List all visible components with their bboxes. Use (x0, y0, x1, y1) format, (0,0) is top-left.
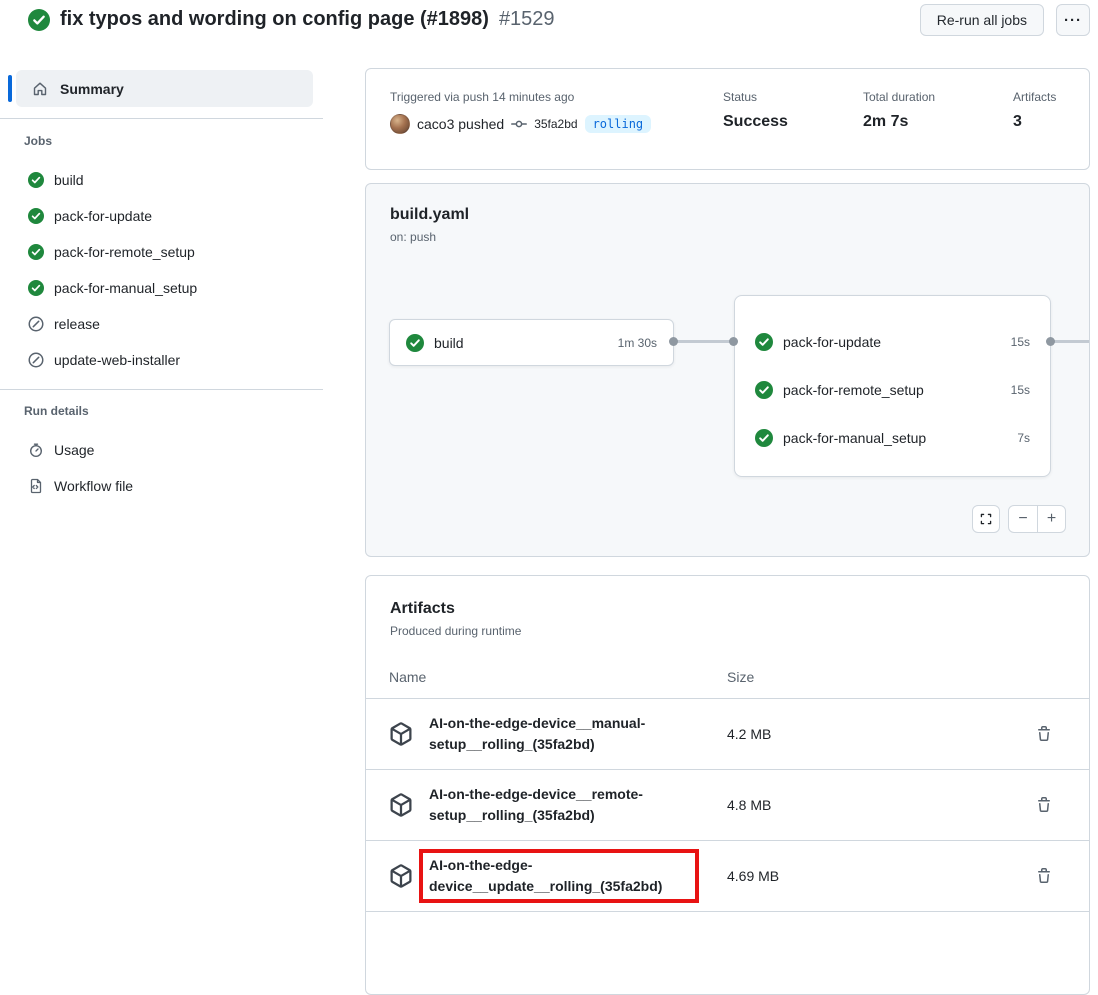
sidebar-item-usage[interactable]: Usage (0, 432, 330, 468)
check-circle-icon (755, 429, 773, 447)
workflow-trigger: on: push (390, 230, 1065, 244)
sidebar-divider (0, 118, 323, 119)
sidebar-divider (0, 389, 323, 390)
package-icon (389, 793, 413, 817)
artifact-size: 4.69 MB (727, 868, 1034, 884)
check-circle-icon (28, 280, 44, 296)
check-circle-icon (406, 334, 424, 352)
zoom-in-button[interactable]: + (1037, 506, 1065, 532)
check-circle-icon (755, 333, 773, 351)
artifacts-subtitle: Produced during runtime (390, 624, 1065, 638)
check-circle-icon (28, 172, 44, 188)
graph-node-pack-for-remote-setup[interactable]: pack-for-remote_setup 15s (755, 366, 1030, 414)
run-summary-card: Triggered via push 14 minutes ago caco3 … (365, 68, 1090, 170)
sidebar-job-build[interactable]: build (0, 162, 330, 198)
run-number: #1529 (499, 8, 555, 31)
artifact-row: AI-on-the-edge-device__remote-setup__rol… (366, 770, 1089, 841)
artifact-size: 4.8 MB (727, 797, 1034, 813)
artifact-name[interactable]: AI-on-the-edge-device__remote-setup__rol… (429, 784, 709, 826)
skipped-icon (28, 352, 44, 368)
commit-icon (511, 116, 527, 132)
artifacts-count-value: 3 (1013, 113, 1065, 131)
avatar[interactable] (390, 114, 410, 134)
artifact-row: AI-on-the-edge-device__manual-setup__rol… (366, 699, 1089, 770)
artifact-row-highlighted: AI-on-the-edge-device__update__rolling_(… (366, 841, 1089, 912)
graph-edge (674, 340, 734, 343)
graph-node-build[interactable]: build 1m 30s (389, 319, 674, 366)
sidebar-item-workflow-file[interactable]: Workflow file (0, 468, 330, 504)
package-icon (389, 864, 413, 888)
sidebar-job-pack-for-update[interactable]: pack-for-update (0, 198, 330, 234)
delete-artifact-button[interactable] (1034, 795, 1066, 815)
job-duration: 15s (1011, 383, 1030, 397)
artifacts-title: Artifacts (390, 600, 1065, 618)
success-check-icon (28, 9, 50, 31)
graph-connector-dot (669, 337, 678, 346)
graph-node-pack-for-manual-setup[interactable]: pack-for-manual_setup 7s (755, 414, 1030, 462)
sidebar-summary-label: Summary (60, 81, 124, 97)
trash-icon (1036, 726, 1064, 742)
artifact-size: 4.2 MB (727, 726, 1034, 742)
workflow-file-title: build.yaml (390, 206, 1065, 224)
graph-connector-dot (1046, 337, 1055, 346)
sidebar-job-update-web-installer[interactable]: update-web-installer (0, 342, 330, 378)
job-duration: 15s (1011, 335, 1030, 349)
header-actions: Re-run all jobs ··· (920, 4, 1090, 36)
jobs-heading: Jobs (24, 134, 330, 148)
graph-edge (1051, 340, 1090, 343)
column-header-name: Name (389, 669, 727, 698)
job-duration: 7s (1017, 431, 1030, 445)
check-circle-icon (755, 381, 773, 399)
selected-accent-bar (8, 75, 12, 102)
package-icon (389, 722, 413, 746)
commit-sha-link[interactable]: 35fa2bd (534, 117, 577, 131)
status-value: Success (723, 113, 863, 131)
stopwatch-icon (28, 442, 44, 458)
kebab-menu-button[interactable]: ··· (1056, 4, 1090, 36)
check-circle-icon (28, 244, 44, 260)
trash-icon (1036, 868, 1064, 884)
sidebar-job-pack-for-remote-setup[interactable]: pack-for-remote_setup (0, 234, 330, 270)
jobs-list: build pack-for-update pack-for-remote_se… (0, 162, 330, 378)
sidebar-item-summary[interactable]: Summary (16, 70, 313, 107)
skipped-icon (28, 316, 44, 332)
graph-controls: − + (972, 505, 1066, 533)
run-details-heading: Run details (24, 404, 330, 418)
branch-badge[interactable]: rolling (585, 115, 652, 133)
job-duration: 1m 30s (618, 336, 657, 350)
rerun-all-jobs-button[interactable]: Re-run all jobs (920, 4, 1044, 36)
workflow-graph-card: build.yaml on: push build 1m 30s pack-fo… (365, 183, 1090, 557)
duration-label: Total duration (863, 89, 1013, 105)
status-label: Status (723, 89, 863, 105)
run-details-list: Usage Workflow file (0, 432, 330, 504)
page-title: fix typos and wording on config page (#1… (60, 8, 489, 31)
graph-group-card: pack-for-update 15s pack-for-remote_setu… (734, 295, 1051, 477)
sidebar: Summary Jobs build pack-for-update pack-… (0, 60, 330, 504)
delete-artifact-button[interactable] (1034, 866, 1066, 886)
sidebar-job-pack-for-manual-setup[interactable]: pack-for-manual_setup (0, 270, 330, 306)
artifacts-count-label: Artifacts (1013, 89, 1065, 105)
graph-node-pack-for-update[interactable]: pack-for-update 15s (755, 318, 1030, 366)
code-file-icon (28, 478, 44, 494)
fullscreen-button[interactable] (972, 505, 1000, 533)
delete-artifact-button[interactable] (1034, 724, 1066, 744)
artifacts-card: Artifacts Produced during runtime Name S… (365, 575, 1090, 995)
run-header: fix typos and wording on config page (#1… (0, 0, 1098, 60)
actor-line: caco3 pushed (417, 116, 504, 132)
duration-value: 2m 7s (863, 113, 1013, 131)
graph-connector-dot (729, 337, 738, 346)
trash-icon (1036, 797, 1064, 813)
check-circle-icon (28, 208, 44, 224)
artifact-name[interactable]: AI-on-the-edge-device__manual-setup__rol… (429, 713, 709, 755)
home-icon (32, 81, 48, 97)
artifact-name-highlight-box[interactable]: AI-on-the-edge-device__update__rolling_(… (419, 849, 699, 903)
zoom-out-button[interactable]: − (1009, 506, 1037, 532)
column-header-size: Size (727, 669, 1034, 698)
triggered-text: Triggered via push 14 minutes ago (390, 89, 723, 105)
sidebar-job-release[interactable]: release (0, 306, 330, 342)
artifacts-table-header: Name Size (366, 638, 1089, 699)
fullscreen-icon (979, 512, 993, 526)
